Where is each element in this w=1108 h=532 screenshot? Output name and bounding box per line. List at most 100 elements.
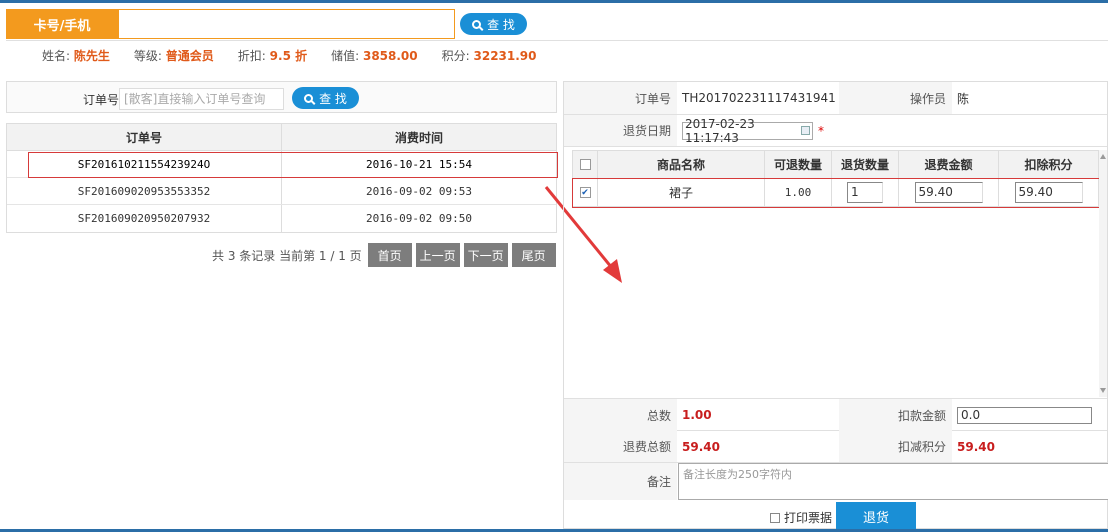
search-icon <box>472 19 482 29</box>
order-time-cell: 2016-09-02 09:50 <box>366 212 472 225</box>
orders-table: 订单号 消费时间 SF20161021155423924O 2016-10-21… <box>6 123 558 233</box>
return-button[interactable]: 退货 <box>836 502 916 530</box>
operator-label: 操作员 <box>839 82 952 114</box>
order-search-button[interactable]: 查 找 <box>292 87 359 109</box>
member-balance-value: 3858.00 <box>362 49 418 63</box>
member-discount-label: 折扣: <box>237 49 266 63</box>
summary-row-2: 退费总额 59.40 扣减积分 59.40 <box>564 431 1107 463</box>
search-icon <box>304 93 314 103</box>
column-header-refund: 退费金额 <box>899 151 999 178</box>
deduct-points-label: 扣减积分 <box>839 431 952 462</box>
column-header-order-no: 订单号 <box>7 124 282 150</box>
print-receipt-checkbox[interactable] <box>770 512 780 523</box>
return-qty-input[interactable]: 1 <box>847 182 883 203</box>
header-divider <box>6 40 1108 41</box>
item-refund-cell: 59.40 <box>899 179 999 206</box>
print-receipt-option[interactable]: 打印票据 <box>770 509 832 526</box>
order-no-cell: SF201609020953553352 <box>7 178 282 204</box>
operator-value: 陈 <box>957 91 970 106</box>
member-info: 姓名: 陈先生 等级: 普通会员 折扣: 9.5 折 储值: 3858.00 积… <box>42 47 537 64</box>
pagination-summary: 共 3 条记录 当前第 1 / 1 页 <box>212 248 362 263</box>
items-scrollbar[interactable] <box>1099 150 1107 397</box>
member-level: 等级: 普通会员 <box>134 47 214 64</box>
card-search-button[interactable]: 查 找 <box>460 13 527 35</box>
order-search-input[interactable]: [散客]直接输入订单号查询 <box>119 88 284 110</box>
scroll-up-icon[interactable] <box>1100 154 1106 159</box>
deduct-amount-label: 扣款金额 <box>839 399 952 431</box>
next-page-button[interactable]: 下一页 <box>463 243 508 267</box>
return-date-label: 退货日期 <box>564 115 677 146</box>
order-no-cell: SF20161021155423924O <box>7 151 282 177</box>
card-phone-label: 卡号/手机 <box>6 9 118 39</box>
column-header-deduct-points: 扣除积分 <box>1024 158 1073 172</box>
item-select-cell: ✔ <box>573 179 598 206</box>
return-date-field: 2017-02-23 11:17:43 * <box>677 115 977 146</box>
calendar-icon[interactable] <box>800 126 810 135</box>
member-points-value: 32231.90 <box>473 49 537 63</box>
select-all-cell <box>573 151 598 178</box>
return-items-table: 商品名称 可退数量 退货数量 退费金额 扣除积分 ✔ 裙子 1.00 1 59.… <box>572 150 1101 208</box>
member-level-label: 等级: <box>133 49 162 63</box>
member-name-label: 姓名: <box>42 49 71 63</box>
note-textarea[interactable]: 备注长度为250字符内 <box>678 463 1108 500</box>
prev-page-button[interactable]: 上一页 <box>415 243 460 267</box>
order-search-label: 订单号 <box>83 93 120 107</box>
total-label: 总数 <box>564 399 677 431</box>
item-return-qty-cell: 1 <box>832 179 899 206</box>
print-receipt-label: 打印票据 <box>784 511 833 525</box>
deduct-points-input[interactable]: 59.40 <box>1014 182 1083 203</box>
total-value: 1.00 <box>682 408 712 422</box>
return-order-no: TH201702231117431941 <box>682 91 836 105</box>
table-row[interactable]: SF201609020950207932 2016-09-02 09:50 <box>7 205 556 232</box>
refund-total-value: 59.40 <box>682 439 720 454</box>
member-discount-value: 9.5 折 <box>269 49 308 63</box>
return-date-row: 退货日期 2017-02-23 11:17:43 * <box>564 115 1107 147</box>
select-all-checkbox[interactable] <box>579 159 591 170</box>
deduct-amount-field: 0.0 <box>952 399 1107 431</box>
member-name-value: 陈先生 <box>73 49 110 63</box>
return-order-label: 订单号 <box>564 82 677 114</box>
required-mark: * <box>818 123 824 138</box>
table-row[interactable]: SF20161021155423924O 2016-10-21 15:54 <box>7 151 558 178</box>
pagination: 共 3 条记录 当前第 1 / 1 页 首页 上一页 下一页 尾页 <box>212 243 556 267</box>
last-page-button[interactable]: 尾页 <box>511 243 556 267</box>
member-balance-label: 储值: <box>331 49 360 63</box>
top-border <box>0 0 1108 3</box>
order-no-cell: SF201609020950207932 <box>7 205 282 232</box>
summary-row-1: 总数 1.00 扣款金额 0.0 <box>564 398 1107 431</box>
return-panel: 订单号 TH201702231117431941 操作员 陈 退货日期 2017… <box>563 81 1108 530</box>
table-row: ✔ 裙子 1.00 1 59.40 59.40 <box>572 178 1101 208</box>
member-name: 姓名: 陈先生 <box>42 47 110 64</box>
column-header-product: 商品名称 <box>598 151 765 178</box>
member-discount: 折扣: 9.5 折 <box>238 47 307 64</box>
item-name: 裙子 <box>598 179 765 206</box>
return-date-input[interactable]: 2017-02-23 11:17:43 <box>682 117 813 145</box>
order-time-cell: 2016-10-21 15:54 <box>366 157 472 171</box>
member-points: 积分: 32231.90 <box>442 47 537 64</box>
scroll-down-icon[interactable] <box>1100 388 1106 393</box>
column-header-returnable-qty: 可退数量 <box>765 151 832 178</box>
item-deduct-points-cell: 59.40 <box>999 179 1098 206</box>
refund-total-label: 退费总额 <box>564 431 677 462</box>
deduct-amount-input[interactable]: 0.0 <box>957 406 1092 424</box>
return-date-value: 2017-02-23 11:17:43 <box>685 116 755 145</box>
item-returnable-qty: 1.00 <box>765 179 832 206</box>
order-search-bar: 订单号 [散客]直接输入订单号查询 <box>6 81 557 113</box>
first-page-button[interactable]: 首页 <box>367 243 412 267</box>
column-header-time: 消费时间 <box>394 130 443 145</box>
member-points-label: 积分: <box>441 49 470 63</box>
member-level-value: 普通会员 <box>165 49 214 63</box>
item-checkbox[interactable]: ✔ <box>579 187 591 198</box>
column-header-return-qty: 退货数量 <box>832 151 899 178</box>
order-search-button-label: 查 找 <box>319 91 347 106</box>
member-balance: 储值: 3858.00 <box>331 47 418 64</box>
items-table-header: 商品名称 可退数量 退货数量 退费金额 扣除积分 <box>573 151 1098 179</box>
order-info-row: 订单号 TH201702231117431941 操作员 陈 <box>564 82 1107 115</box>
refund-amount-input[interactable]: 59.40 <box>914 182 983 203</box>
table-row[interactable]: SF201609020953553352 2016-09-02 09:53 <box>7 178 556 205</box>
deduct-points-value: 59.40 <box>957 439 995 454</box>
note-label: 备注 <box>564 463 677 500</box>
card-phone-input[interactable] <box>118 9 455 39</box>
orders-table-header: 订单号 消费时间 <box>7 124 556 151</box>
order-time-cell: 2016-09-02 09:53 <box>366 184 472 198</box>
